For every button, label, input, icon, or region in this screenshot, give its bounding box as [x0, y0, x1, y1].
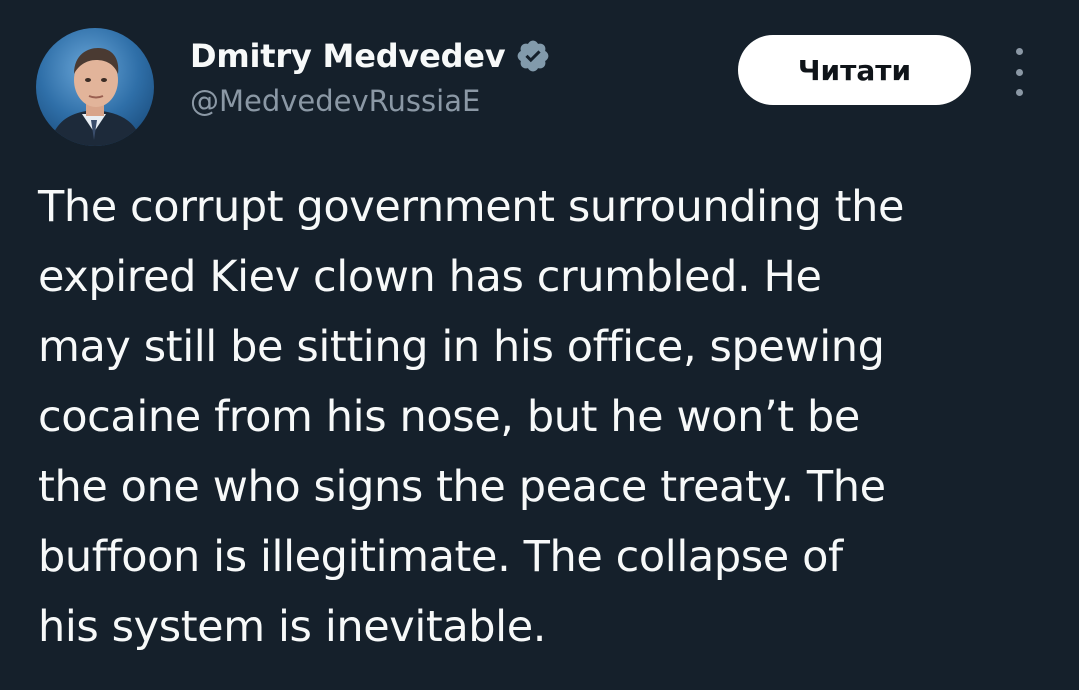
more-dot — [1015, 89, 1023, 96]
avatar[interactable] — [36, 28, 154, 146]
more-vertical-icon[interactable] — [1004, 48, 1034, 96]
more-dot — [1015, 68, 1023, 76]
tweet-card: Dmitry Medvedev @MedvedevRussiaE Читати … — [0, 0, 1079, 690]
read-button[interactable]: Читати — [738, 35, 971, 105]
avatar-photo-icon — [36, 28, 154, 146]
tweet-text: The corrupt government surrounding the e… — [38, 182, 905, 652]
author-display-name[interactable]: Dmitry Medvedev — [190, 37, 506, 75]
more-dot — [1015, 48, 1023, 55]
author-handle[interactable]: @MedvedevRussiaE — [190, 84, 480, 118]
author-name-row: Dmitry Medvedev — [190, 34, 551, 78]
verified-badge-icon — [518, 40, 549, 72]
